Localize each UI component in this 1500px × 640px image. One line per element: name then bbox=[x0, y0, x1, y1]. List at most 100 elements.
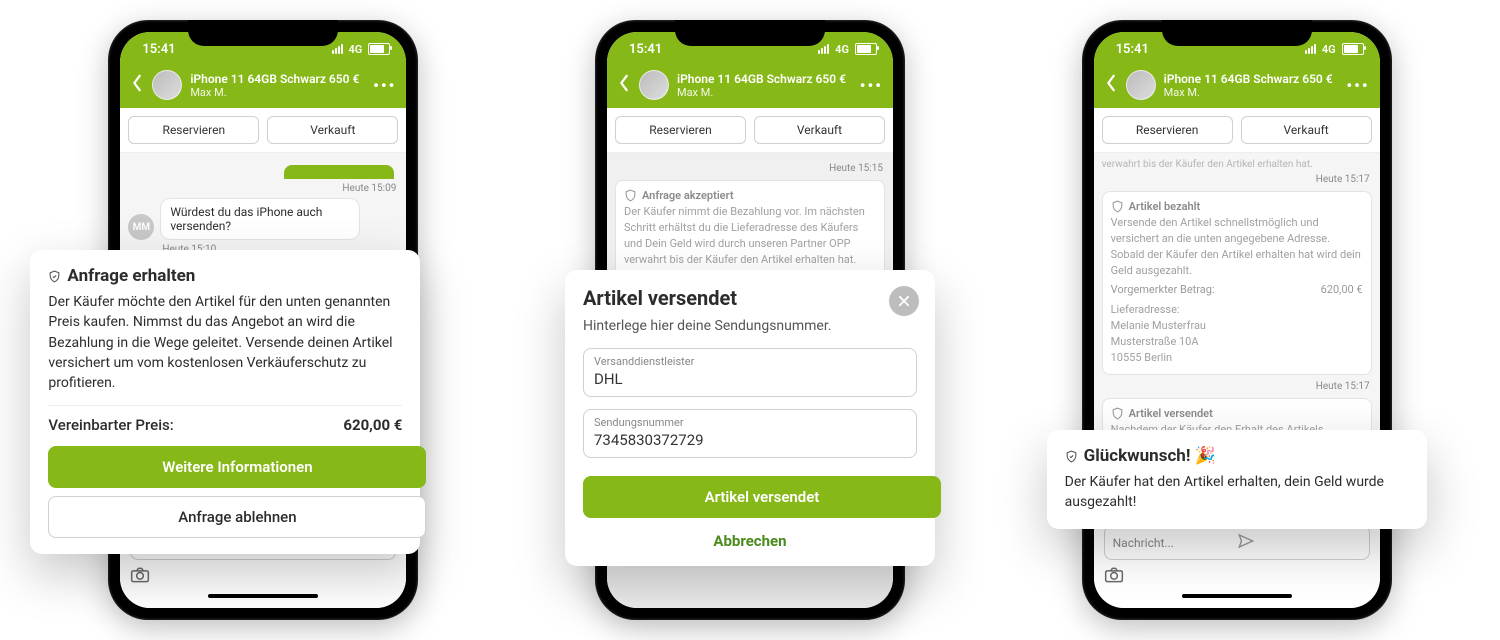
listing-seller: Max M. bbox=[1164, 86, 1339, 99]
decline-button[interactable]: Anfrage ablehnen bbox=[48, 496, 426, 538]
status-time: 15:41 bbox=[142, 42, 175, 57]
composer: Nachricht... bbox=[1094, 517, 1380, 608]
listing-title: iPhone 11 64GB Schwarz 650 € bbox=[190, 72, 365, 86]
partial-bubble bbox=[284, 165, 394, 179]
price-value: 620,00 € bbox=[343, 416, 402, 434]
chat-header: iPhone 11 64GB Schwarz 650 € Max M. ••• bbox=[120, 66, 406, 108]
overlay-title: Anfrage erhalten bbox=[67, 266, 195, 286]
status-time: 15:41 bbox=[629, 42, 662, 57]
message-placeholder: Nachricht... bbox=[1113, 536, 1237, 550]
sold-button[interactable]: Verkauft bbox=[267, 116, 398, 144]
listing-seller: Max M. bbox=[677, 86, 852, 99]
more-info-button[interactable]: Weitere Informationen bbox=[48, 446, 426, 488]
address-line: 10555 Berlin bbox=[1111, 350, 1363, 366]
camera-icon[interactable] bbox=[1104, 566, 1370, 588]
tracking-label: Sendungsnummer bbox=[594, 416, 906, 429]
overlay-title-row: Glückwunsch! 🎉 bbox=[1065, 446, 1409, 466]
status-time: 15:41 bbox=[1116, 42, 1149, 57]
action-pills: Reservieren Verkauft bbox=[607, 108, 893, 153]
system-card-paid: Artikel bezahlt Versende den Artikel sch… bbox=[1102, 191, 1372, 375]
back-icon[interactable] bbox=[130, 74, 144, 96]
cancel-button[interactable]: Abbrechen bbox=[583, 532, 917, 550]
header-title[interactable]: iPhone 11 64GB Schwarz 650 € Max M. bbox=[190, 72, 365, 99]
overlay-title: Artikel versendet bbox=[583, 286, 917, 310]
listing-seller: Max M. bbox=[190, 86, 365, 99]
amount-label: Vorgemerkter Betrag: bbox=[1111, 283, 1215, 296]
listing-thumb[interactable] bbox=[1126, 70, 1156, 100]
battery-icon bbox=[1342, 43, 1364, 55]
overlay-body: Der Käufer hat den Artikel erhalten, dei… bbox=[1065, 472, 1409, 513]
amount-value: 620,00 € bbox=[1321, 283, 1363, 296]
sold-button[interactable]: Verkauft bbox=[754, 116, 885, 144]
header-title[interactable]: iPhone 11 64GB Schwarz 650 € Max M. bbox=[677, 72, 852, 99]
listing-title: iPhone 11 64GB Schwarz 650 € bbox=[1164, 72, 1339, 86]
price-label: Vereinbarter Preis: bbox=[48, 416, 173, 434]
back-icon[interactable] bbox=[1104, 74, 1118, 96]
timestamp: Heute 15:17 bbox=[1104, 174, 1370, 185]
overlay-title: Glückwunsch! 🎉 bbox=[1084, 446, 1216, 466]
address-label: Lieferadresse: bbox=[1111, 302, 1363, 318]
request-overlay: Anfrage erhalten Der Käufer möchte den A… bbox=[30, 250, 420, 554]
submit-shipping-button[interactable]: Artikel versendet bbox=[583, 476, 941, 518]
tracking-field[interactable]: Sendungsnummer 7345830372729 bbox=[583, 409, 917, 458]
address-line: Musterstraße 10A bbox=[1111, 334, 1363, 350]
overlay-body: Der Käufer möchte den Artikel für den un… bbox=[48, 292, 402, 393]
action-pills: Reservieren Verkauft bbox=[1094, 108, 1380, 153]
battery-icon bbox=[368, 43, 390, 55]
shipping-overlay: Artikel versendet Hinterlege hier deine … bbox=[565, 270, 935, 566]
more-icon[interactable]: ••• bbox=[860, 76, 883, 95]
carrier-label: Versanddienstleister bbox=[594, 355, 906, 368]
header-title[interactable]: iPhone 11 64GB Schwarz 650 € Max M. bbox=[1164, 72, 1339, 99]
listing-thumb[interactable] bbox=[152, 70, 182, 100]
sold-button[interactable]: Verkauft bbox=[1241, 116, 1372, 144]
signal-icon bbox=[1305, 44, 1316, 54]
card-body: Versende den Artikel schnellstmöglich un… bbox=[1111, 215, 1363, 279]
carrier-value: DHL bbox=[594, 370, 906, 388]
notch bbox=[1162, 20, 1312, 46]
timestamp: Heute 15:15 bbox=[617, 163, 883, 174]
signal-icon bbox=[332, 44, 343, 54]
card-body: Der Käufer nimmt die Bezahlung vor. Im n… bbox=[624, 204, 876, 268]
battery-icon bbox=[855, 43, 877, 55]
reserve-button[interactable]: Reservieren bbox=[615, 116, 746, 144]
card-title: Artikel bezahlt bbox=[1129, 200, 1201, 213]
tracking-value: 7345830372729 bbox=[594, 431, 906, 449]
status-net: 4G bbox=[349, 43, 363, 56]
system-card-accepted: Anfrage akzeptiert Der Käufer nimmt die … bbox=[615, 180, 885, 277]
overlay-subtitle: Hinterlege hier deine Sendungsnummer. bbox=[583, 316, 917, 336]
congrats-overlay: Glückwunsch! 🎉 Der Käufer hat den Artike… bbox=[1047, 430, 1427, 529]
close-icon[interactable] bbox=[889, 286, 919, 316]
status-net: 4G bbox=[1322, 43, 1336, 56]
incoming-message-row: MM Würdest du das iPhone auch versenden? bbox=[128, 198, 398, 240]
timestamp: Heute 15:09 bbox=[130, 183, 396, 194]
camera-icon[interactable] bbox=[130, 566, 396, 588]
card-title: Anfrage akzeptiert bbox=[642, 189, 734, 202]
avatar: MM bbox=[128, 214, 154, 240]
card-title: Artikel versendet bbox=[1129, 407, 1213, 420]
more-icon[interactable]: ••• bbox=[1346, 76, 1369, 95]
overlay-title-row: Anfrage erhalten bbox=[48, 266, 402, 286]
listing-thumb[interactable] bbox=[639, 70, 669, 100]
truncated-text: verwahrt bis der Käufer den Artikel erha… bbox=[1102, 159, 1372, 170]
status-net: 4G bbox=[835, 43, 849, 56]
phone-frame: 15:41 4G iPhone 11 64GB Schwarz 650 € Ma… bbox=[1082, 20, 1392, 620]
listing-title: iPhone 11 64GB Schwarz 650 € bbox=[677, 72, 852, 86]
reserve-button[interactable]: Reservieren bbox=[1102, 116, 1233, 144]
carrier-field[interactable]: Versanddienstleister DHL bbox=[583, 348, 917, 397]
message-bubble: Würdest du das iPhone auch versenden? bbox=[160, 198, 360, 240]
address-line: Melanie Musterfrau bbox=[1111, 318, 1363, 334]
reserve-button[interactable]: Reservieren bbox=[128, 116, 259, 144]
more-icon[interactable]: ••• bbox=[373, 76, 396, 95]
home-indicator bbox=[208, 594, 318, 598]
chat-header: iPhone 11 64GB Schwarz 650 € Max M. ••• bbox=[1094, 66, 1380, 108]
notch bbox=[188, 20, 338, 46]
home-indicator bbox=[1182, 594, 1292, 598]
timestamp: Heute 15:17 bbox=[1104, 381, 1370, 392]
action-pills: Reservieren Verkauft bbox=[120, 108, 406, 153]
back-icon[interactable] bbox=[617, 74, 631, 96]
send-icon[interactable] bbox=[1237, 532, 1361, 553]
chat-header: iPhone 11 64GB Schwarz 650 € Max M. ••• bbox=[607, 66, 893, 108]
price-row: Vereinbarter Preis: 620,00 € bbox=[48, 405, 402, 434]
signal-icon bbox=[818, 44, 829, 54]
message-input[interactable]: Nachricht... bbox=[1104, 525, 1370, 560]
